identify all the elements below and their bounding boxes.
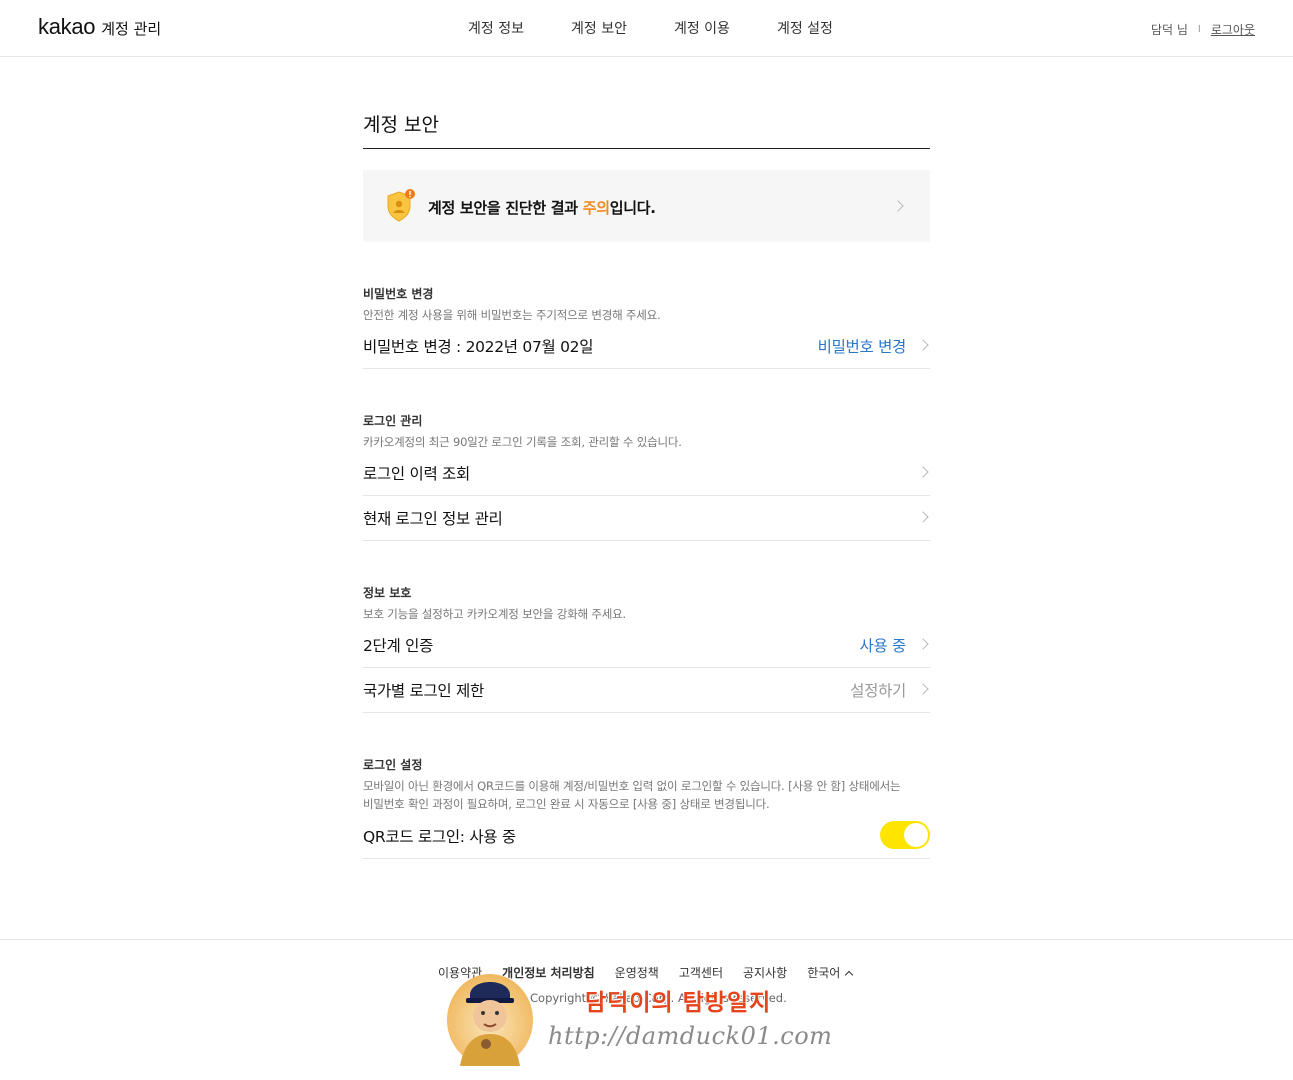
chevron-right-icon	[917, 339, 929, 351]
logo-subtitle: 계정 관리	[101, 20, 162, 38]
nav-account-info[interactable]: 계정 정보	[468, 18, 524, 38]
country-restriction-setup[interactable]: 설정하기	[850, 679, 906, 701]
shield-warning-icon	[387, 189, 415, 222]
chevron-up-icon	[845, 970, 854, 979]
language-selector[interactable]: 한국어	[807, 964, 854, 981]
login-history-label: 로그인 이력 조회	[363, 465, 470, 483]
footer-support-link[interactable]: 고객센터	[679, 964, 723, 981]
security-diagnosis-banner[interactable]: 계정 보안을 진단한 결과 주의입니다.	[363, 170, 930, 242]
protection-section-label: 정보 보호	[363, 586, 412, 600]
kakao-logo[interactable]: kakao 계정 관리	[38, 14, 161, 40]
footer-notice-link[interactable]: 공지사항	[743, 964, 787, 981]
password-change-date: 비밀번호 변경 : 2022년 07월 02일	[363, 338, 594, 356]
title-divider	[363, 148, 930, 149]
login-settings-section-label: 로그인 설정	[363, 758, 423, 772]
login-settings-desc-1: 모바일이 아닌 환경에서 QR코드를 이용해 계정/비밀번호 입력 없이 로그인…	[363, 779, 901, 793]
login-mgmt-section-label: 로그인 관리	[363, 414, 423, 428]
logo-wordmark: kakao	[38, 14, 96, 39]
login-settings-desc-2: 비밀번호 확인 과정이 필요하며, 로그인 완료 시 자동으로 [사용 중] 상…	[363, 797, 770, 811]
diagnosis-message: 계정 보안을 진단한 결과 주의입니다.	[428, 197, 656, 218]
chevron-right-icon	[892, 200, 904, 212]
chevron-right-icon	[917, 683, 929, 695]
two-step-auth-row[interactable]: 2단계 인증 사용 중	[363, 622, 930, 668]
nav-account-usage[interactable]: 계정 이용	[674, 18, 730, 38]
current-login-row[interactable]: 현재 로그인 정보 관리	[363, 495, 930, 541]
nav-account-security[interactable]: 계정 보안	[571, 18, 627, 38]
watermark-avatar-icon	[447, 974, 533, 1066]
qr-login-toggle[interactable]	[880, 821, 930, 849]
password-section-label: 비밀번호 변경	[363, 287, 434, 301]
country-restriction-label: 국가별 로그인 제한	[363, 682, 484, 700]
password-change-link[interactable]: 비밀번호 변경	[818, 335, 907, 357]
password-section-desc: 안전한 계정 사용을 위해 비밀번호는 주기적으로 변경해 주세요.	[363, 308, 661, 322]
two-step-auth-label: 2단계 인증	[363, 637, 434, 655]
diagnosis-suffix: 입니다.	[609, 199, 656, 217]
country-restriction-row[interactable]: 국가별 로그인 제한 설정하기	[363, 667, 930, 713]
user-menu: 담덕 님 I 로그아웃	[1151, 21, 1255, 38]
user-name: 담덕 님	[1150, 23, 1188, 37]
language-label: 한국어	[807, 966, 841, 980]
diagnosis-status: 주의	[582, 199, 610, 217]
nav-account-settings[interactable]: 계정 설정	[777, 18, 833, 38]
top-header: kakao 계정 관리 계정 정보 계정 보안 계정 이용 계정 설정 담덕 님…	[0, 0, 1293, 57]
diagnosis-prefix: 계정 보안을 진단한 결과	[428, 199, 583, 217]
qr-login-row: QR코드 로그인: 사용 중	[363, 813, 930, 859]
login-mgmt-section-desc: 카카오계정의 최근 90일간 로그인 기록을 조회, 관리할 수 있습니다.	[363, 435, 682, 449]
watermark-url: http://damduck01.com	[548, 1022, 833, 1050]
toggle-knob	[904, 823, 928, 847]
chevron-right-icon	[917, 638, 929, 650]
watermark-title: 담덕이의 탐방일지	[585, 990, 772, 1016]
chevron-right-icon	[917, 466, 929, 478]
two-step-auth-status[interactable]: 사용 중	[859, 634, 906, 656]
qr-login-label: QR코드 로그인: 사용 중	[363, 828, 516, 846]
login-history-row[interactable]: 로그인 이력 조회	[363, 450, 930, 496]
chevron-right-icon	[917, 511, 929, 523]
user-separator: I	[1197, 24, 1201, 35]
footer-policy-link[interactable]: 운영정책	[615, 964, 659, 981]
current-login-label: 현재 로그인 정보 관리	[363, 510, 503, 528]
main-nav: 계정 정보 계정 보안 계정 이용 계정 설정	[468, 18, 880, 38]
page-title: 계정 보안	[363, 114, 439, 136]
protection-section-desc: 보호 기능을 설정하고 카카오계정 보안을 강화해 주세요.	[363, 607, 626, 621]
password-change-row[interactable]: 비밀번호 변경 : 2022년 07월 02일 비밀번호 변경	[363, 323, 930, 369]
logout-link[interactable]: 로그아웃	[1211, 21, 1255, 38]
